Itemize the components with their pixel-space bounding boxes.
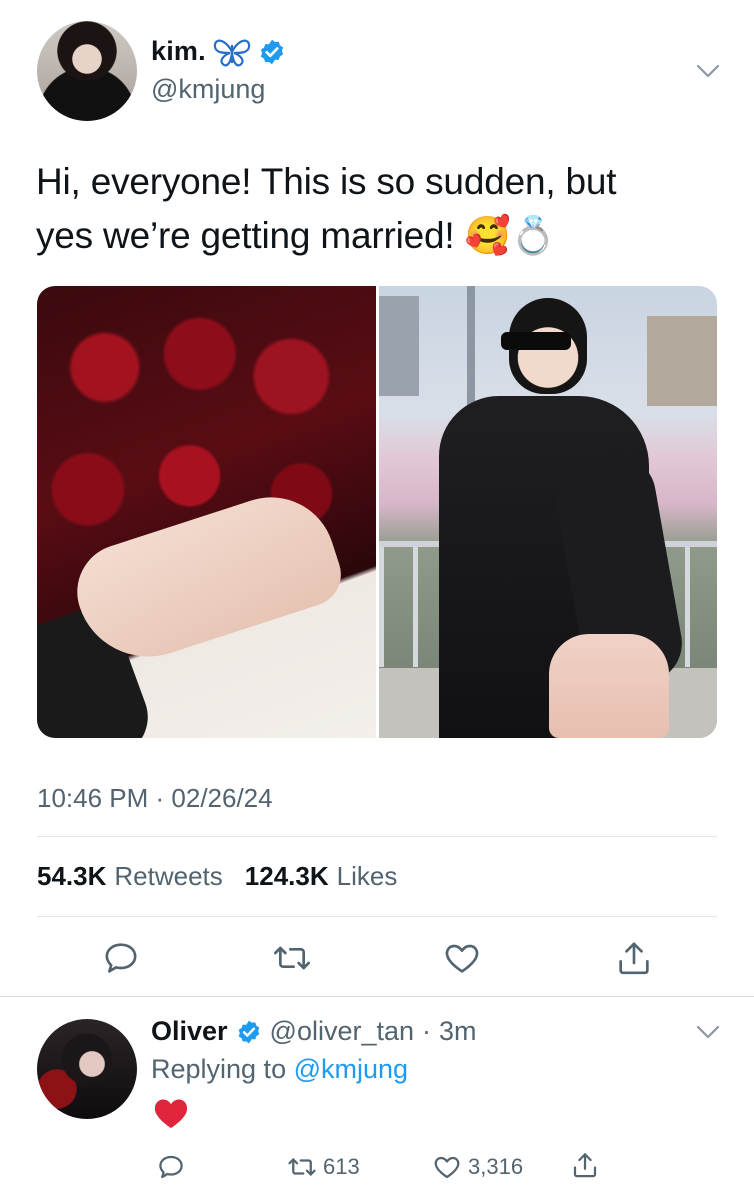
butterfly-emoji-icon bbox=[213, 39, 250, 66]
chevron-down-icon[interactable] bbox=[695, 1023, 721, 1041]
share-icon bbox=[619, 942, 649, 975]
tweet-stats: 54.3K Retweets 124.3K Likes bbox=[37, 861, 397, 892]
like-icon bbox=[445, 944, 479, 973]
reply-header: Oliver @oliver_tan · 3m bbox=[151, 1016, 477, 1047]
reply-share-button[interactable] bbox=[570, 1150, 600, 1180]
likes-count[interactable]: 124.3K bbox=[245, 861, 329, 892]
tweet-timestamp[interactable]: 10:46 PM · 02/26/24 bbox=[37, 783, 273, 814]
reply-like-button[interactable]: 3,316 bbox=[432, 1152, 523, 1182]
replying-to-link[interactable]: @kmjung bbox=[294, 1054, 408, 1084]
share-icon bbox=[573, 1153, 597, 1178]
author-display-name[interactable]: kim. bbox=[151, 36, 206, 67]
reply-author-name[interactable]: Oliver bbox=[151, 1016, 228, 1047]
author-handle[interactable]: @kmjung bbox=[151, 74, 265, 105]
reply-author-avatar[interactable] bbox=[37, 1019, 137, 1119]
photo-detail bbox=[647, 316, 717, 406]
verified-badge-icon bbox=[238, 1020, 259, 1043]
photo-detail bbox=[500, 332, 571, 350]
reply-reply-button[interactable] bbox=[156, 1152, 186, 1182]
retweets-label[interactable]: Retweets bbox=[114, 861, 222, 892]
retweet-icon bbox=[288, 1158, 316, 1176]
chevron-down-icon[interactable] bbox=[695, 62, 721, 80]
retweets-count[interactable]: 54.3K bbox=[37, 861, 106, 892]
tweet-text: Hi, everyone! This is so sudden, but yes… bbox=[36, 155, 716, 263]
author-name-row[interactable]: kim. bbox=[151, 36, 286, 67]
reply-retweet-count: 613 bbox=[323, 1154, 360, 1179]
divider bbox=[37, 916, 717, 917]
tweet-media[interactable] bbox=[37, 286, 717, 738]
share-button[interactable] bbox=[614, 938, 654, 978]
reply-time[interactable]: 3m bbox=[439, 1016, 477, 1047]
photo-detail bbox=[378, 296, 419, 396]
author-avatar[interactable] bbox=[37, 21, 137, 121]
red-heart-emoji-icon bbox=[154, 1099, 188, 1128]
tweet-text-line: yes we’re getting married! 🥰💍 bbox=[36, 215, 557, 256]
verified-badge-icon bbox=[260, 39, 283, 64]
replying-to: Replying to @kmjung bbox=[151, 1054, 408, 1085]
photo-roses-ring[interactable] bbox=[37, 286, 376, 738]
retweet-button[interactable] bbox=[272, 938, 312, 978]
photo-man-leather-jacket[interactable] bbox=[378, 286, 717, 738]
like-icon bbox=[434, 1156, 460, 1179]
reply-button[interactable] bbox=[101, 938, 141, 978]
reply-retweet-button[interactable]: 613 bbox=[287, 1152, 360, 1182]
photo-detail bbox=[548, 634, 669, 738]
reply-like-count: 3,316 bbox=[468, 1154, 524, 1179]
reply-icon bbox=[105, 943, 137, 973]
divider bbox=[37, 836, 717, 837]
tweet-text-line: Hi, everyone! This is so sudden, but bbox=[36, 161, 617, 202]
likes-label[interactable]: Likes bbox=[337, 861, 398, 892]
divider bbox=[0, 996, 754, 997]
reply-icon bbox=[159, 1155, 183, 1179]
replying-to-label: Replying to bbox=[151, 1054, 287, 1084]
separator-dot: · bbox=[422, 1016, 432, 1046]
like-button[interactable] bbox=[442, 938, 482, 978]
photo-detail bbox=[466, 286, 475, 416]
reply-author-handle[interactable]: @oliver_tan bbox=[270, 1016, 414, 1047]
retweet-icon bbox=[274, 946, 310, 970]
